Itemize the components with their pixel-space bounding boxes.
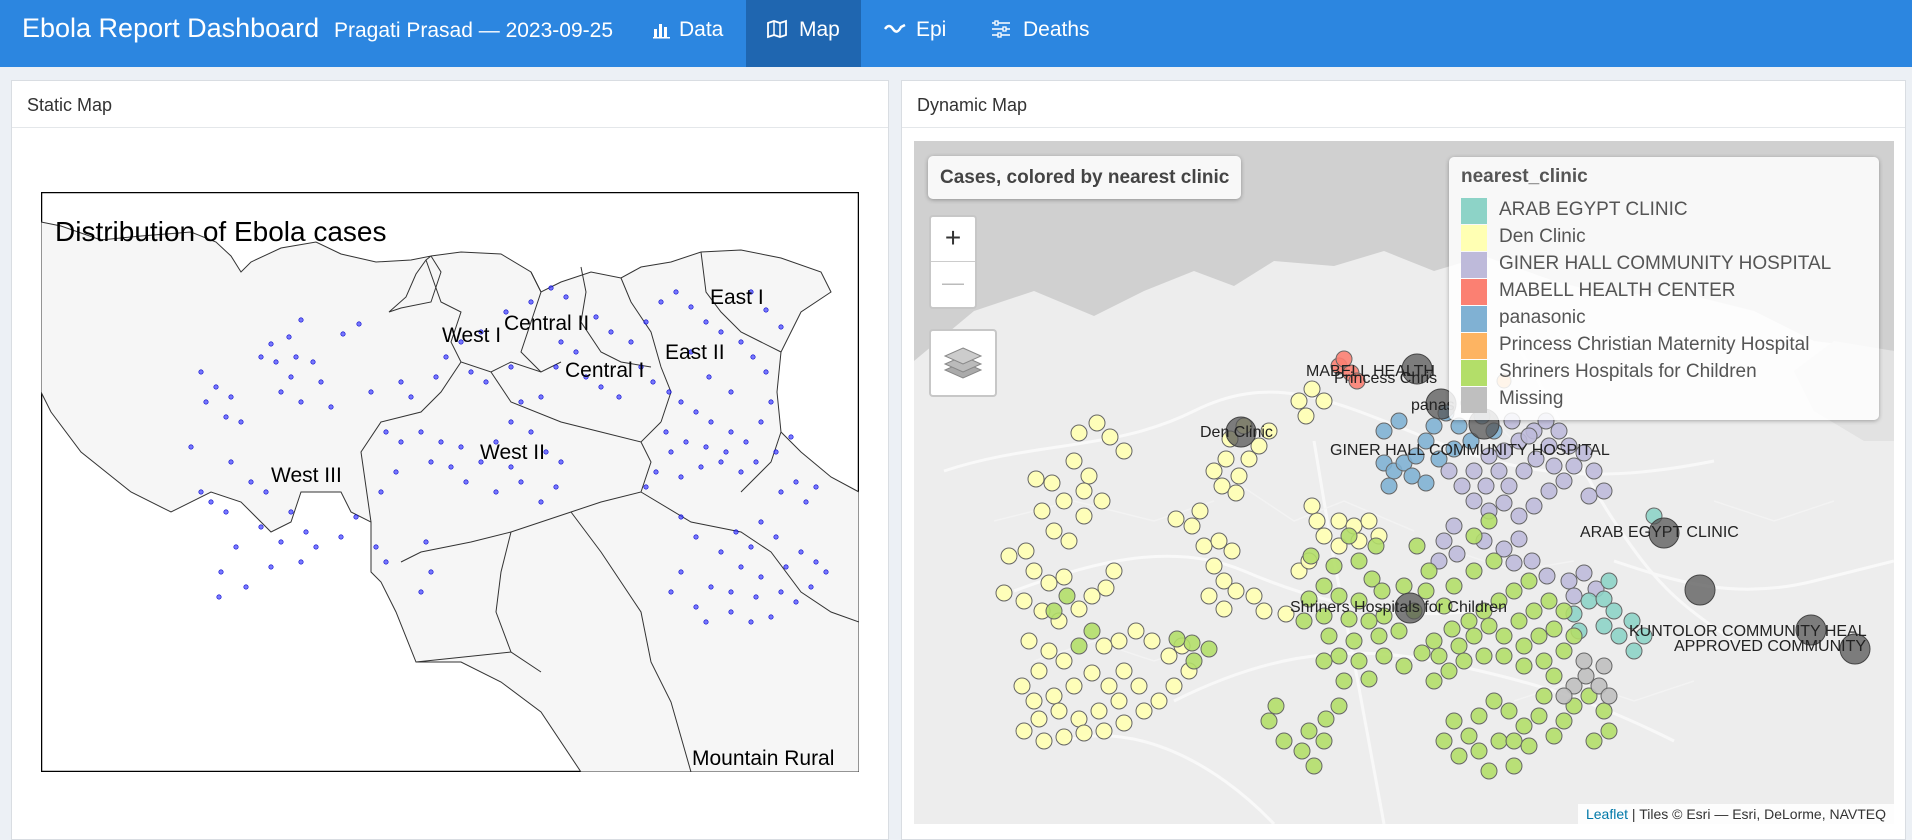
legend-swatch [1461,279,1487,305]
app-title: Ebola Report Dashboard [22,13,320,43]
dynamic-map-panel-title: Dynamic Map [902,81,1905,128]
legend-swatch [1461,333,1487,359]
map-legend: nearest_clinic ARAB EGYPT CLINIC Den Cli… [1449,157,1879,420]
zoom-control: + — [929,215,977,309]
legend-label: Shriners Hospitals for Children [1499,361,1757,382]
zoom-out-button[interactable]: — [931,262,975,306]
tiles-attribution: | Tiles © Esri — Esri, DeLorme, NAVTEQ [1631,806,1886,822]
legend-label: Den Clinic [1499,226,1586,247]
legend-swatch [1461,360,1487,386]
line-chart-icon [883,19,907,45]
region-east-i: East I [710,286,764,309]
legend-label: MABELL HEALTH CENTER [1499,280,1736,301]
layers-control-button[interactable] [929,329,997,397]
clinic-label-approved: APPROVED COMMUNITY [1674,638,1867,655]
leaflet-map[interactable]: MABELL HEALTH Princess Chris panas Den C… [914,141,1894,824]
legend-label: Missing [1499,388,1564,409]
region-east-ii: East II [665,341,725,364]
static-map-panel-title: Static Map [12,81,888,128]
region-mountain-rural: Mountain Rural [692,747,834,770]
legend-label: ARAB EGYPT CLINIC [1499,199,1688,220]
legend-swatch [1461,252,1487,278]
tab-data[interactable]: Data [636,0,746,67]
legend-swatch [1461,387,1487,413]
region-west-i: West I [442,324,501,347]
region-west-iii: West III [271,464,342,487]
region-central-i: Central I [565,359,644,382]
clinic-label-shriners: Shriners Hospitals for Children [1290,599,1507,616]
navbar: Ebola Report Dashboard Pragati Prasad — … [0,0,1912,67]
static-map: Distribution of Ebola cases West I Centr… [41,192,859,772]
zoom-in-button[interactable]: + [931,217,975,262]
clinic-label-princess: Princess Chris [1334,370,1438,387]
dynamic-map-title: Cases, colored by nearest clinic [928,156,1242,199]
legend-swatch [1461,225,1487,251]
clinic-label-giner-hall: GINER HALL COMMUNITY HOSPITAL [1330,442,1610,459]
leaflet-link[interactable]: Leaflet [1586,806,1628,822]
static-map-title: Distribution of Ebola cases [55,216,387,247]
legend-swatch [1461,198,1487,224]
tab-map-label: Map [799,18,840,41]
tab-map[interactable]: Map [746,0,861,67]
report-author-date: Pragati Prasad — 2023-09-25 [334,19,613,42]
legend-title: nearest_clinic [1461,166,1588,187]
tab-epi-label: Epi [916,18,947,41]
tab-deaths-label: Deaths [1023,18,1090,41]
sliders-icon [990,19,1012,45]
tab-deaths[interactable]: Deaths [966,0,1106,67]
layers-icon [943,344,983,387]
legend-label: GINER HALL COMMUNITY HOSPITAL [1499,253,1832,274]
map-icon [766,19,788,45]
legend-label: Princess Christian Maternity Hospital [1499,334,1810,355]
region-west-ii: West II [480,441,545,464]
legend-swatch [1461,306,1487,332]
region-central-ii: Central II [504,312,589,335]
tab-data-label: Data [679,18,724,41]
clinic-label-arab-egypt: ARAB EGYPT CLINIC [1580,524,1739,541]
legend-label: panasonic [1499,307,1586,328]
tab-epi[interactable]: Epi [861,0,966,67]
bar-chart-icon [652,19,672,45]
clinic-label-den: Den Clinic [1200,424,1273,441]
map-attribution: Leaflet | Tiles © Esri — Esri, DeLorme, … [1577,804,1894,824]
